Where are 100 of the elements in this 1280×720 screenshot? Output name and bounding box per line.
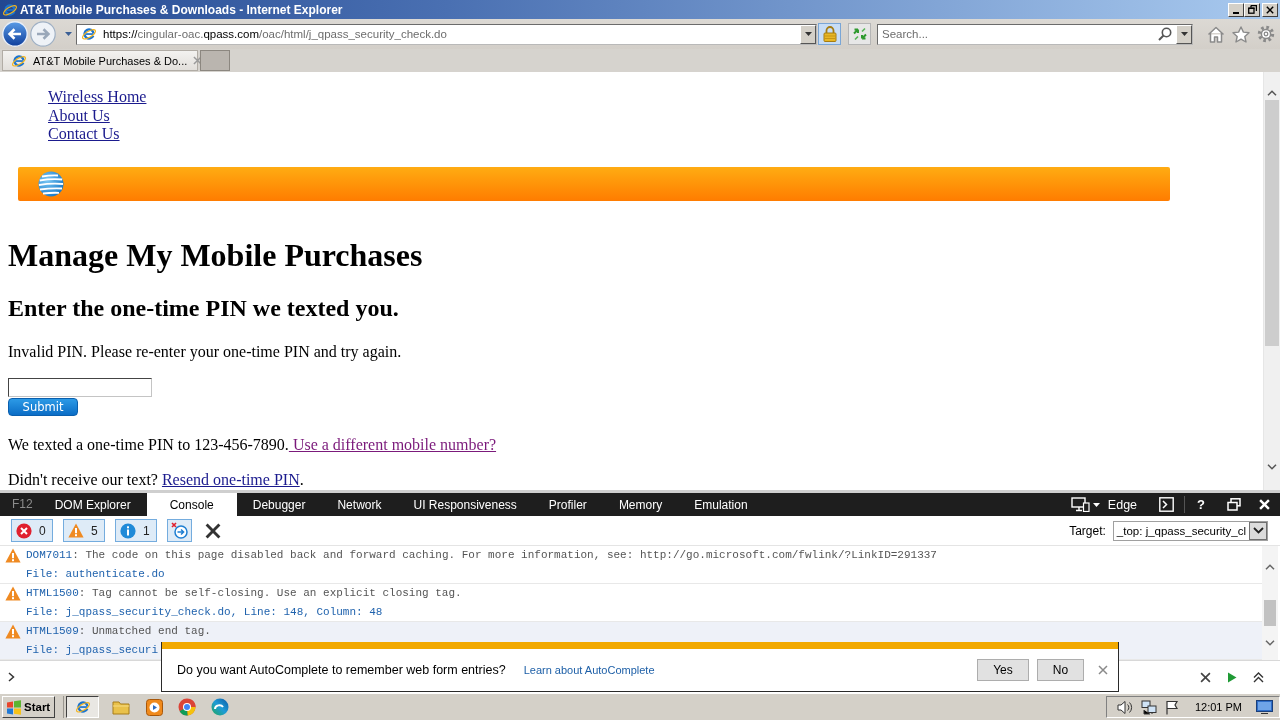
error-icon <box>16 522 32 539</box>
ie-logo-icon <box>2 1 18 18</box>
close-window-button[interactable] <box>1262 2 1278 17</box>
page-scrollbar[interactable] <box>1263 72 1280 490</box>
two-arrows-icon <box>851 27 868 41</box>
clear-console-button[interactable] <box>205 522 221 539</box>
scrollbar-thumb[interactable] <box>1264 600 1276 626</box>
address-field[interactable]: https://cingular-oac.qpass.com/oac/html/j_qpass_security_check.do <box>76 23 817 45</box>
window-title: AT&T Mobile Purchases & Downloads - Internet Explorer <box>20 2 344 17</box>
devtools-tab[interactable]: Debugger <box>236 493 322 516</box>
start-button[interactable]: Start <box>2 696 55 718</box>
taskbar-app-button[interactable] <box>66 696 99 718</box>
clear-on-navigate-button[interactable] <box>167 519 192 542</box>
restore-button[interactable] <box>1244 2 1260 17</box>
note-text: We texted a one-time PIN to 123-456-7890. Use a different mobile number? <box>8 435 498 454</box>
devices-icon <box>1070 497 1090 512</box>
submit-button[interactable]: Submit <box>8 397 78 416</box>
clock-time: 12:01 PM <box>1194 701 1242 713</box>
target-dropdown[interactable]: _top: j_qpass_security_cl <box>1112 520 1268 541</box>
browser-tab[interactable]: AT&T Mobile Purchases & Do... <box>2 50 198 71</box>
tab-title: AT&T Mobile Purchases & Do... <box>33 54 188 67</box>
devtools-tab[interactable]: Memory <box>602 493 679 516</box>
warning-filter-button[interactable]: 5 <box>63 519 105 542</box>
clear-icon <box>205 522 221 539</box>
message-text: HTML1500: Tag cannot be self-closing. Use an explicit closing tag. <box>26 586 462 601</box>
close-tab-button[interactable] <box>193 56 203 65</box>
ie-logo-icon <box>11 52 27 69</box>
refresh-button[interactable] <box>848 23 871 45</box>
close-icon <box>193 56 203 65</box>
nav-link[interactable]: Contact Us <box>48 125 120 144</box>
home-button[interactable] <box>1207 25 1225 43</box>
warning-icon <box>68 523 84 538</box>
address-dropdown-button[interactable] <box>800 24 816 44</box>
message-text: DOM7011: The code on this page disabled back and forward caching. For more information, see: http://go.microsoft.com/fwlink/?LinkID=291337 <box>26 548 937 563</box>
clear-input-button[interactable] <box>1200 671 1211 683</box>
double-up-chevron-icon <box>1253 671 1264 683</box>
error-message: Invalid PIN. Please re-enter your one-time PIN and try again. <box>8 342 403 361</box>
caret-down-icon <box>65 32 72 36</box>
minimize-button[interactable] <box>1228 2 1244 17</box>
file-location: File: j_qpass_securi <box>26 643 159 658</box>
overlapping-windows-icon <box>1227 498 1241 511</box>
edge-logo-icon <box>211 698 229 716</box>
file-location: File: authenticate.do <box>26 567 165 582</box>
target-dropdown-button[interactable] <box>1249 521 1267 540</box>
devtools-tab[interactable]: Emulation <box>678 493 764 516</box>
taskbar-app-button[interactable] <box>209 696 231 718</box>
devtools-tab[interactable]: Profiler <box>532 493 603 516</box>
dialog-button[interactable]: No <box>1037 659 1084 681</box>
file-location: File: j_qpass_security_check.do, Line: 148, Column: 48 <box>26 605 383 620</box>
nav-link[interactable]: Wireless Home <box>48 88 147 107</box>
console-scrollbar[interactable] <box>1262 546 1278 660</box>
info-filter-button[interactable]: 1 <box>115 519 157 542</box>
target-label: Target: <box>1069 523 1106 538</box>
action-center-button[interactable] <box>1164 699 1179 715</box>
up-chevron-icon <box>1265 564 1275 570</box>
chrome-logo-icon <box>178 698 196 716</box>
scrollbar-thumb[interactable] <box>1265 100 1279 346</box>
message-text: HTML1509: Unmatched end tag. <box>26 624 211 639</box>
close-icon <box>1266 5 1274 14</box>
nav-link[interactable]: About Us <box>48 106 110 125</box>
devtools-tab[interactable]: DOM Explorer <box>38 493 147 516</box>
pin-input-field[interactable] <box>8 377 152 397</box>
info-icon <box>120 522 136 539</box>
close-icon <box>1098 665 1108 675</box>
down-chevron-icon <box>1265 640 1275 646</box>
ie-logo-icon <box>81 26 97 42</box>
star-icon <box>1232 25 1250 43</box>
search-field[interactable]: Search... <box>877 23 1193 45</box>
volume-button[interactable] <box>1116 699 1133 715</box>
learn-more-link[interactable]: Learn about AutoComplete <box>523 664 655 676</box>
speaker-icon <box>1116 699 1133 715</box>
show-desktop-button[interactable] <box>1256 700 1273 714</box>
chevron-down-icon <box>1252 527 1264 534</box>
settings-button[interactable] <box>1257 25 1275 43</box>
favorites-button[interactable] <box>1232 25 1250 43</box>
flag-icon <box>1164 699 1179 715</box>
warning-icon <box>5 586 21 601</box>
document-mode-dropdown[interactable]: Edge <box>1070 497 1150 512</box>
back-button[interactable] <box>2 21 28 47</box>
devtools-tab[interactable]: UI Responsiveness <box>397 493 533 516</box>
error-filter-button[interactable]: 0 <box>11 519 53 542</box>
devtools-tab[interactable]: Console <box>146 493 237 516</box>
caret-down-icon <box>1092 502 1100 507</box>
help-button[interactable]: ? <box>1185 493 1217 516</box>
dialog-button[interactable]: Yes <box>977 659 1029 681</box>
windows-flag-icon <box>6 699 22 715</box>
gear-icon <box>1257 25 1275 43</box>
close-notification-button[interactable] <box>1098 665 1108 675</box>
play-icon <box>1227 671 1237 683</box>
text-link[interactable]: Resend one-time PIN <box>161 471 300 488</box>
minimize-icon <box>1233 11 1239 14</box>
run-button[interactable] <box>1227 671 1237 683</box>
close-icon <box>1259 499 1270 510</box>
devtools-tab[interactable]: Network <box>321 493 398 516</box>
taskbar-app-button[interactable] <box>143 696 165 718</box>
warning-icon <box>5 548 21 563</box>
expand-input-button[interactable] <box>1253 671 1264 683</box>
network-button[interactable] <box>1140 699 1157 715</box>
warning-icon <box>5 624 21 639</box>
text-link[interactable]: Use a different mobile number? <box>288 435 497 453</box>
